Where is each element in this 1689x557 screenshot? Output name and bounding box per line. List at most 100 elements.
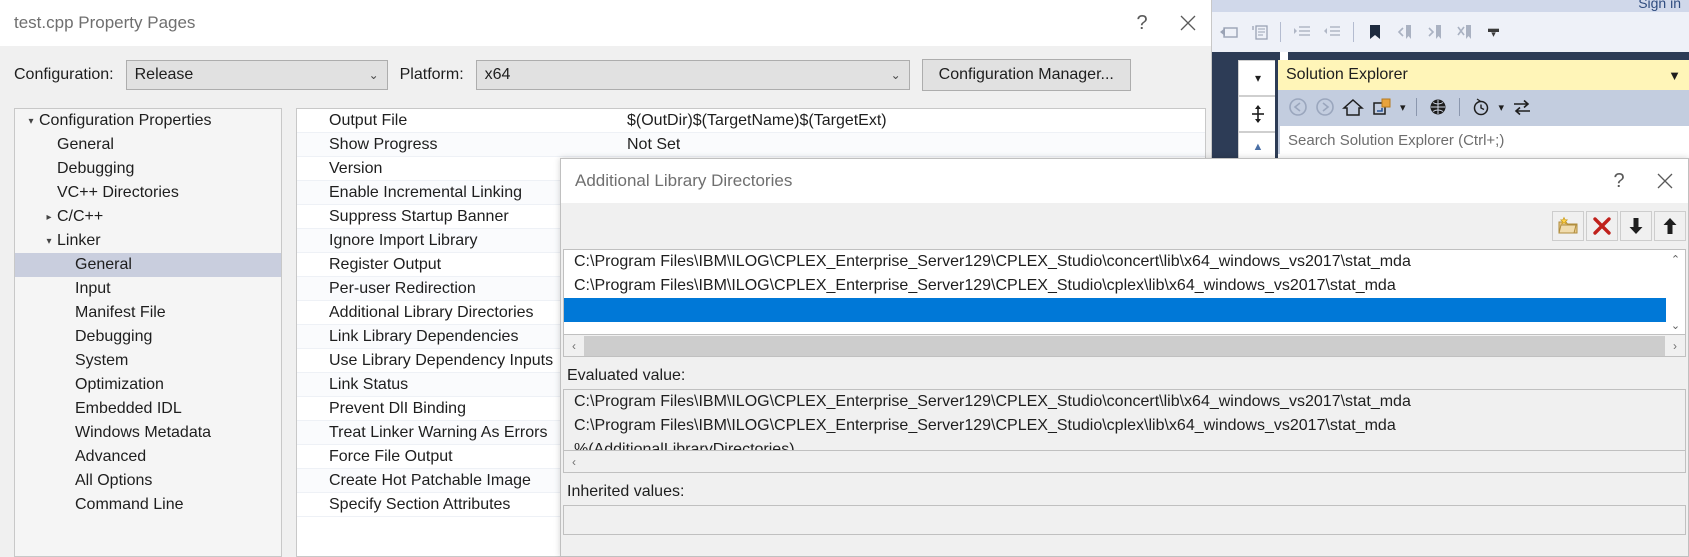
configuration-manager-button[interactable]: Configuration Manager... bbox=[921, 59, 1131, 91]
tree-item-label: Debugging bbox=[75, 328, 153, 345]
scrollbar-thumb[interactable] bbox=[584, 335, 1665, 356]
evaluated-horizontal-scrollbar[interactable]: ‹ bbox=[563, 451, 1686, 473]
help-icon[interactable]: ? bbox=[1119, 0, 1165, 46]
property-row[interactable]: Show Progress Not Set bbox=[297, 133, 1205, 157]
tree-item-configuration-properties[interactable]: ▾ Configuration Properties bbox=[15, 109, 281, 133]
close-icon[interactable] bbox=[1165, 0, 1211, 46]
back-arrow-icon[interactable] bbox=[1288, 97, 1308, 117]
platform-label: Platform: bbox=[399, 66, 464, 83]
tree-item-c-c[interactable]: ▸ C/C++ bbox=[15, 205, 281, 229]
property-value[interactable]: $(OutDir)$(TargetName)$(TargetExt) bbox=[627, 112, 887, 130]
dropdown-arrow-icon[interactable]: ▾ bbox=[1400, 101, 1406, 114]
configuration-value: Release bbox=[134, 66, 194, 83]
previous-bookmark-icon[interactable] bbox=[1392, 19, 1418, 45]
solution-explorer-titlebar[interactable]: Solution Explorer ▼ bbox=[1278, 60, 1689, 90]
tree-item-general[interactable]: General bbox=[15, 133, 281, 157]
move-up-icon[interactable] bbox=[1654, 211, 1686, 241]
configuration-dropdown[interactable]: Release ⌄ bbox=[125, 60, 388, 90]
evaluated-value-box: C:\Program Files\IBM\ILOG\CPLEX_Enterpri… bbox=[563, 389, 1686, 451]
directory-list-item[interactable]: C:\Program Files\IBM\ILOG\CPLEX_Enterpri… bbox=[564, 274, 1685, 298]
sync-with-active-document-icon[interactable] bbox=[1371, 97, 1393, 117]
close-icon[interactable] bbox=[1642, 159, 1688, 203]
tree-item-system[interactable]: System bbox=[15, 349, 281, 373]
expander-icon[interactable]: ▾ bbox=[23, 116, 39, 127]
editor-dropdown-button[interactable]: ▾ bbox=[1238, 60, 1278, 96]
configuration-properties-tree[interactable]: ▾ Configuration Properties General Debuggin… bbox=[14, 108, 282, 557]
tree-item-label: Windows Metadata bbox=[75, 424, 212, 441]
increase-indent-icon[interactable] bbox=[1289, 19, 1315, 45]
tree-item-debugging[interactable]: Debugging bbox=[15, 157, 281, 181]
home-icon[interactable] bbox=[1342, 97, 1364, 117]
tree-item-optimization[interactable]: Optimization bbox=[15, 373, 281, 397]
comment-block-icon[interactable] bbox=[1216, 19, 1242, 45]
platform-dropdown[interactable]: x64 ⌄ bbox=[475, 60, 910, 90]
directory-list-item[interactable] bbox=[564, 298, 1685, 322]
delete-icon[interactable] bbox=[1586, 211, 1618, 241]
horizontal-splitter-icon[interactable] bbox=[1238, 96, 1278, 132]
tree-item-general[interactable]: General bbox=[15, 253, 281, 277]
tree-item-debugging[interactable]: Debugging bbox=[15, 325, 281, 349]
search-solution-explorer-input[interactable]: Search Solution Explorer (Ctrl+;) bbox=[1280, 126, 1689, 154]
new-folder-icon[interactable] bbox=[1552, 211, 1584, 241]
tree-item-linker[interactable]: ▾ Linker bbox=[15, 229, 281, 253]
toolbar-separator bbox=[1415, 98, 1417, 116]
tree-item-label: Command Line bbox=[75, 496, 184, 513]
evaluated-value-label: Evaluated value: bbox=[567, 367, 686, 384]
tree-item-all-options[interactable]: All Options bbox=[15, 469, 281, 493]
tree-item-command-line[interactable]: Command Line bbox=[15, 493, 281, 517]
scroll-right-icon[interactable]: › bbox=[1665, 339, 1685, 353]
signin-bar: Sign in bbox=[1210, 0, 1689, 12]
tree-item-vc-directories[interactable]: VC++ Directories bbox=[15, 181, 281, 205]
refresh-icon[interactable] bbox=[1511, 97, 1533, 117]
tree-item-label: System bbox=[75, 352, 129, 369]
tree-item-label: Manifest File bbox=[75, 304, 166, 321]
solution-explorer-toolbar: ▾ ▾ bbox=[1278, 90, 1689, 124]
help-icon[interactable]: ? bbox=[1596, 159, 1642, 203]
scroll-left-icon[interactable]: ‹ bbox=[564, 339, 584, 353]
clear-bookmarks-icon[interactable] bbox=[1452, 19, 1478, 45]
evaluated-value-line: %(AdditionalLibraryDirectories) bbox=[574, 441, 795, 451]
list-horizontal-scrollbar[interactable]: ‹ › bbox=[563, 335, 1686, 357]
scroll-left-icon[interactable]: ‹ bbox=[564, 455, 584, 469]
additional-library-directories-dialog: Additional Library Directories ? C:\Prog… bbox=[560, 158, 1689, 557]
decrease-indent-icon[interactable] bbox=[1319, 19, 1345, 45]
property-pages-titlebar: test.cpp Property Pages ? bbox=[0, 0, 1211, 46]
signin-label[interactable]: Sign in bbox=[1638, 0, 1681, 11]
forward-arrow-icon[interactable] bbox=[1315, 97, 1335, 117]
tree-item-label: Optimization bbox=[75, 376, 164, 393]
dialog-title: Additional Library Directories bbox=[575, 171, 793, 190]
platform-value: x64 bbox=[484, 66, 511, 83]
expander-icon[interactable]: ▾ bbox=[41, 236, 57, 247]
show-all-files-icon[interactable] bbox=[1427, 97, 1449, 117]
tree-item-label: Advanced bbox=[75, 448, 147, 465]
list-vertical-scrollbar[interactable]: ⌃ ⌄ bbox=[1666, 250, 1685, 334]
next-bookmark-icon[interactable] bbox=[1422, 19, 1448, 45]
tree-item-advanced[interactable]: Advanced bbox=[15, 445, 281, 469]
chevron-down-icon[interactable]: ▼ bbox=[1668, 68, 1681, 83]
move-down-icon[interactable] bbox=[1620, 211, 1652, 241]
tree-item-windows-metadata[interactable]: Windows Metadata bbox=[15, 421, 281, 445]
inherited-values-box bbox=[563, 505, 1686, 535]
tree-item-label: General bbox=[75, 256, 132, 273]
uncomment-block-icon[interactable] bbox=[1246, 19, 1272, 45]
property-row[interactable]: Output File $(OutDir)$(TargetName)$(Targe… bbox=[297, 109, 1205, 133]
property-value[interactable]: Not Set bbox=[627, 136, 680, 154]
toggle-bookmark-icon[interactable] bbox=[1362, 19, 1388, 45]
directories-list[interactable]: C:\Program Files\IBM\ILOG\CPLEX_Enterpri… bbox=[563, 249, 1686, 335]
evaluated-value-line: C:\Program Files\IBM\ILOG\CPLEX_Enterpri… bbox=[574, 393, 1411, 410]
toolbar-overflow-icon[interactable]: ▬ ▾ bbox=[1488, 24, 1499, 39]
evaluated-value-line: C:\Program Files\IBM\ILOG\CPLEX_Enterpri… bbox=[574, 417, 1396, 434]
pending-changes-dropdown-icon[interactable]: ▾ bbox=[1499, 101, 1505, 114]
tree-item-embedded-idl[interactable]: Embedded IDL bbox=[15, 397, 281, 421]
page-title: test.cpp Property Pages bbox=[14, 13, 196, 32]
toolbar-separator bbox=[1458, 98, 1460, 116]
expander-icon[interactable]: ▸ bbox=[41, 212, 57, 223]
pending-changes-icon[interactable] bbox=[1470, 97, 1492, 117]
directory-list-item[interactable]: C:\Program Files\IBM\ILOG\CPLEX_Enterpri… bbox=[564, 250, 1685, 274]
tree-item-manifest-file[interactable]: Manifest File bbox=[15, 301, 281, 325]
scroll-up-icon[interactable]: ⌃ bbox=[1671, 250, 1680, 268]
scroll-down-icon[interactable]: ⌄ bbox=[1671, 316, 1680, 334]
tree-item-label: Configuration Properties bbox=[39, 112, 212, 129]
tree-item-label: All Options bbox=[75, 472, 153, 489]
tree-item-input[interactable]: Input bbox=[15, 277, 281, 301]
